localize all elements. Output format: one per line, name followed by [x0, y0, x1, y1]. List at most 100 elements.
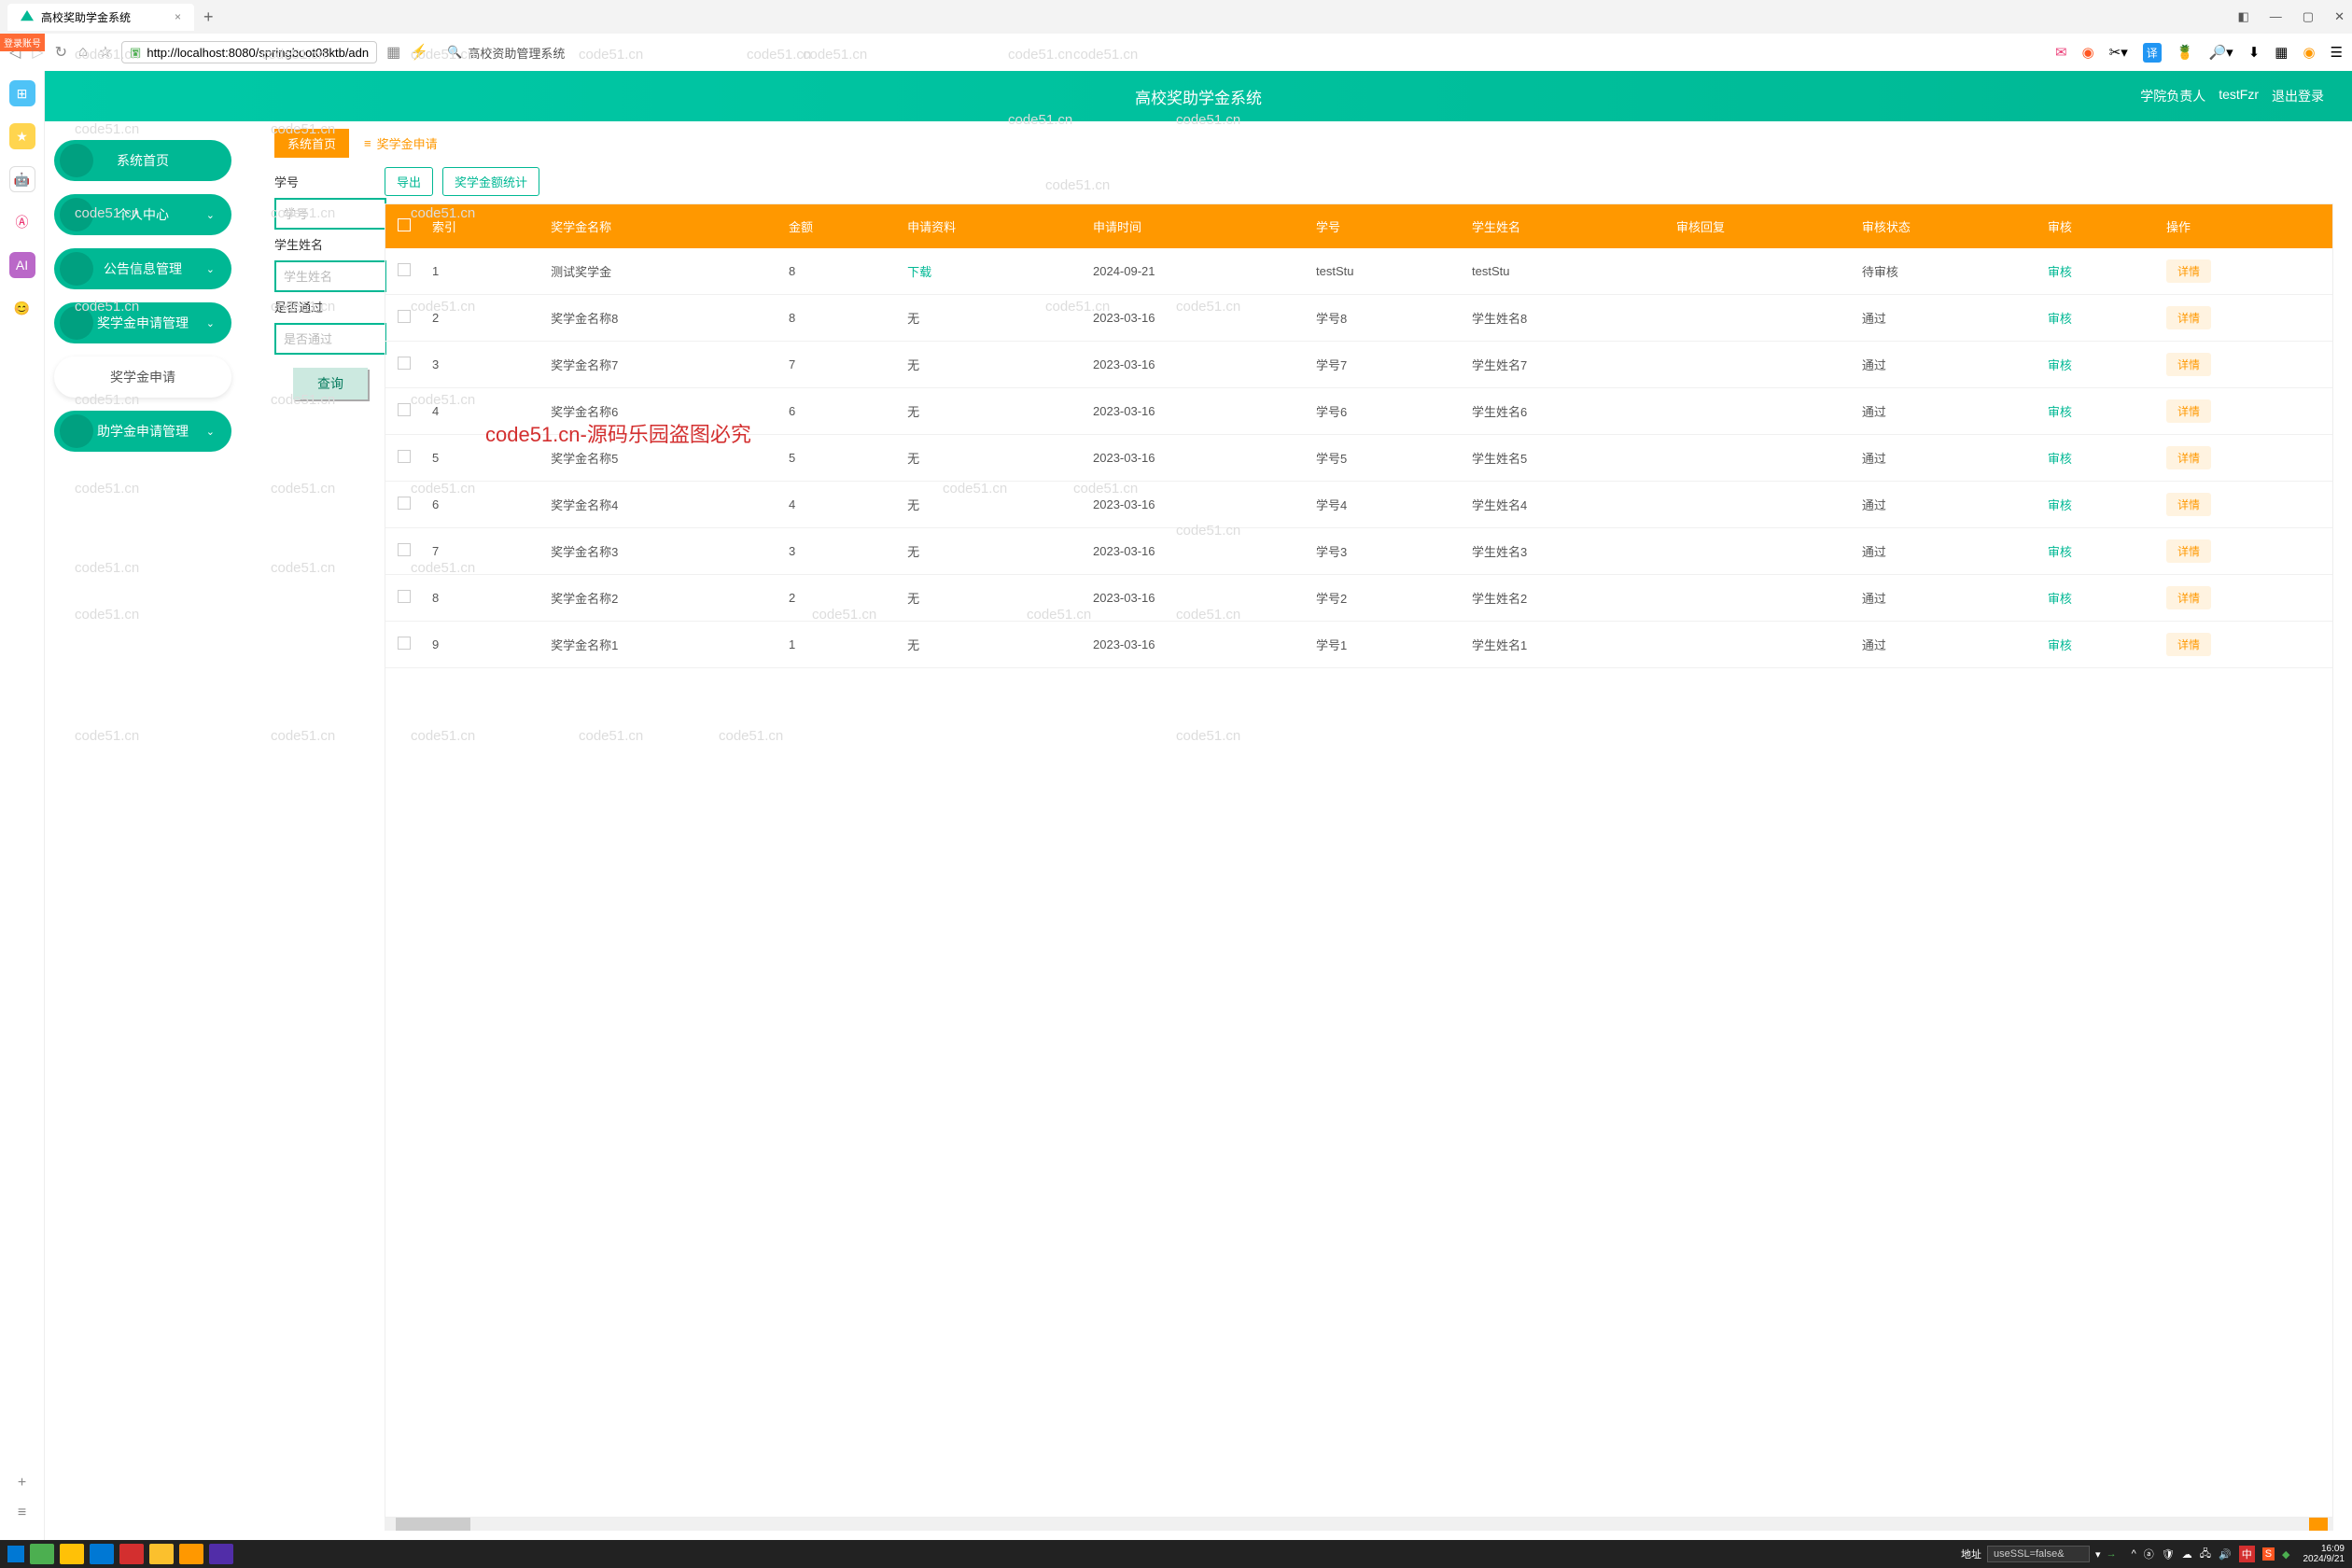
- sidebar-ai2-icon[interactable]: AI: [9, 252, 35, 278]
- download-link[interactable]: 下载: [907, 265, 931, 279]
- detail-button[interactable]: 详情: [2166, 306, 2211, 329]
- tray-up-icon[interactable]: ^: [2132, 1548, 2136, 1560]
- row-checkbox[interactable]: [398, 543, 411, 556]
- sidebar-add-icon[interactable]: +: [18, 1475, 26, 1491]
- row-checkbox[interactable]: [398, 637, 411, 650]
- row-checkbox[interactable]: [398, 263, 411, 276]
- detail-button[interactable]: 详情: [2166, 399, 2211, 423]
- new-tab-button[interactable]: +: [194, 7, 223, 27]
- breadcrumb-home[interactable]: 系统首页: [274, 129, 349, 158]
- apps-icon[interactable]: ▦: [2275, 44, 2288, 61]
- tray-a-icon[interactable]: ⓐ: [2144, 1547, 2154, 1561]
- reload-icon[interactable]: ↻: [55, 43, 67, 62]
- query-button[interactable]: 查询: [293, 368, 368, 399]
- scroll-thumb-right[interactable]: [2309, 1518, 2328, 1531]
- color-icon[interactable]: ◉: [2303, 44, 2315, 61]
- detail-button[interactable]: 详情: [2166, 446, 2211, 469]
- row-checkbox[interactable]: [398, 403, 411, 416]
- tray-ime-icon[interactable]: 中: [2239, 1546, 2255, 1562]
- sidebar-ai-icon[interactable]: Ⓐ: [9, 209, 35, 235]
- audit-link[interactable]: 审核: [2048, 498, 2072, 512]
- detail-button[interactable]: 详情: [2166, 259, 2211, 283]
- bolt-icon[interactable]: ⚡: [410, 43, 428, 62]
- browser-search[interactable]: 🔍 高校资助管理系统: [438, 41, 574, 64]
- audit-link[interactable]: 审核: [2048, 592, 2072, 606]
- audit-link[interactable]: 审核: [2048, 452, 2072, 466]
- incognito-icon[interactable]: ◧: [2238, 9, 2249, 24]
- browser-tab[interactable]: 高校奖助学金系统 ×: [7, 4, 194, 31]
- filter-pass-select[interactable]: [274, 323, 386, 355]
- sidebar-robot-icon[interactable]: 🤖: [9, 166, 35, 192]
- tray-shield-icon[interactable]: 🛡: [2162, 1548, 2175, 1561]
- tray-sec-icon[interactable]: ◆: [2282, 1548, 2289, 1561]
- nav-item-2[interactable]: 公告信息管理⌄: [54, 248, 231, 289]
- qr-icon[interactable]: ▦: [386, 43, 400, 62]
- audit-link[interactable]: 审核: [2048, 358, 2072, 372]
- tray-cloud-icon[interactable]: ☁: [2182, 1548, 2192, 1561]
- tray-sogou-icon[interactable]: S: [2262, 1547, 2275, 1561]
- sidebar-star-icon[interactable]: ★: [9, 123, 35, 149]
- export-button[interactable]: 导出: [385, 167, 433, 196]
- scroll-thumb[interactable]: [396, 1518, 470, 1531]
- task-360-icon[interactable]: [30, 1544, 54, 1564]
- nav-item-5[interactable]: 助学金申请管理⌄: [54, 411, 231, 452]
- audit-link[interactable]: 审核: [2048, 638, 2072, 652]
- translate-icon[interactable]: 译: [2143, 43, 2162, 63]
- pineapple-icon[interactable]: 🍍: [2177, 44, 2194, 61]
- nav-item-4[interactable]: 奖学金申请: [54, 357, 231, 398]
- task-wps-icon[interactable]: [119, 1544, 144, 1564]
- forward-icon[interactable]: ▷: [32, 43, 43, 62]
- taskbar-addr-input[interactable]: [1987, 1546, 2090, 1562]
- tray-clock[interactable]: 16:09 2024/9/21: [2303, 1544, 2345, 1564]
- audit-link[interactable]: 审核: [2048, 405, 2072, 419]
- tray-net-icon[interactable]: 🖧: [2200, 1546, 2211, 1563]
- select-all-checkbox[interactable]: [398, 218, 411, 231]
- taskbar-dropdown-icon[interactable]: ▾: [2095, 1548, 2101, 1561]
- logout-link[interactable]: 退出登录: [2272, 87, 2324, 105]
- row-checkbox[interactable]: [398, 357, 411, 370]
- tab-close-icon[interactable]: ×: [175, 10, 181, 23]
- detail-button[interactable]: 详情: [2166, 633, 2211, 656]
- audit-link[interactable]: 审核: [2048, 312, 2072, 326]
- sidebar-app1-icon[interactable]: ⊞: [9, 80, 35, 106]
- task-edge-icon[interactable]: [90, 1544, 114, 1564]
- download-icon[interactable]: ⬇: [2248, 44, 2261, 61]
- task-app-icon[interactable]: [179, 1544, 203, 1564]
- table-wrap[interactable]: 索引奖学金名称金额申请资料申请时间学号学生姓名审核回复审核状态审核操作 1测试奖…: [385, 203, 2333, 1518]
- detail-button[interactable]: 详情: [2166, 353, 2211, 376]
- sidebar-emoji-icon[interactable]: 😊: [9, 295, 35, 321]
- favorite-icon[interactable]: ☆: [99, 43, 112, 62]
- mail-icon[interactable]: ✉: [2055, 44, 2067, 61]
- taskbar-go-icon[interactable]: →: [2107, 1548, 2117, 1560]
- username[interactable]: testFzr: [2219, 87, 2259, 105]
- filter-sid-input[interactable]: [274, 198, 386, 230]
- audit-link[interactable]: 审核: [2048, 265, 2072, 279]
- detail-button[interactable]: 详情: [2166, 586, 2211, 609]
- nav-item-3[interactable]: 奖学金申请管理⌄: [54, 302, 231, 343]
- detail-button[interactable]: 详情: [2166, 493, 2211, 516]
- task-idea-icon[interactable]: [209, 1544, 233, 1564]
- nav-item-1[interactable]: 个人中心⌄: [54, 194, 231, 235]
- zoom-icon[interactable]: 🔎▾: [2208, 44, 2233, 61]
- start-button[interactable]: [7, 1546, 24, 1562]
- home-icon[interactable]: ⌂: [78, 44, 88, 61]
- detail-button[interactable]: 详情: [2166, 539, 2211, 563]
- horizontal-scrollbar[interactable]: [385, 1518, 2333, 1531]
- url-input[interactable]: ▣ http://localhost:8080/springboot08ktb/…: [121, 41, 377, 63]
- nav-item-0[interactable]: 系统首页: [54, 140, 231, 181]
- task-chrome-icon[interactable]: [149, 1544, 174, 1564]
- row-checkbox[interactable]: [398, 497, 411, 510]
- breadcrumb-current[interactable]: 奖学金申请: [357, 129, 445, 158]
- scissors-icon[interactable]: ✂▾: [2109, 44, 2128, 61]
- row-checkbox[interactable]: [398, 450, 411, 463]
- weibo-icon[interactable]: ◉: [2082, 44, 2094, 61]
- minimize-icon[interactable]: —: [2270, 9, 2282, 24]
- row-checkbox[interactable]: [398, 590, 411, 603]
- task-explorer-icon[interactable]: [60, 1544, 84, 1564]
- sidebar-menu-icon[interactable]: ≡: [18, 1505, 26, 1521]
- tray-vol-icon[interactable]: 🔊: [2219, 1548, 2232, 1561]
- audit-link[interactable]: 审核: [2048, 545, 2072, 559]
- stats-button[interactable]: 奖学金额统计: [442, 167, 539, 196]
- menu-icon[interactable]: ☰: [2331, 44, 2343, 61]
- row-checkbox[interactable]: [398, 310, 411, 323]
